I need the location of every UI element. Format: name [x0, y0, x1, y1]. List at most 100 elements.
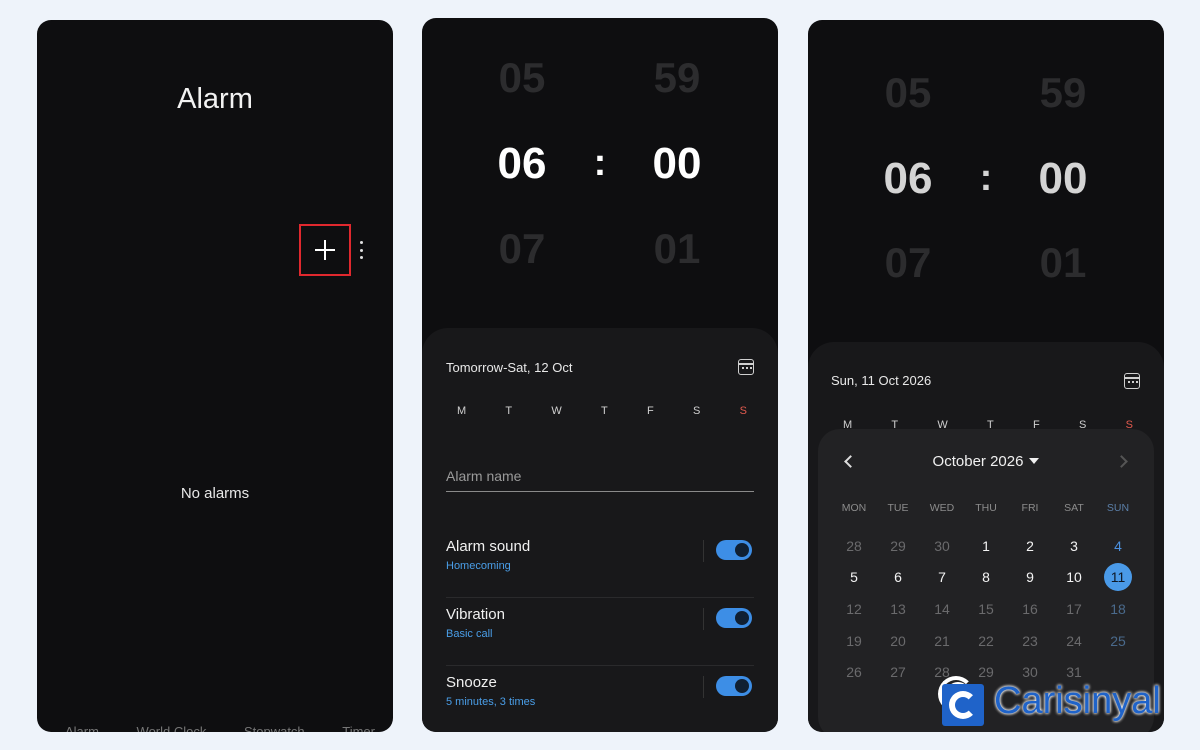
calendar-day[interactable]: 27 [876, 656, 920, 688]
hour-wheel-prev[interactable]: 05 [863, 69, 953, 117]
minute-wheel-prev[interactable]: 59 [1018, 69, 1108, 117]
day-fri[interactable]: F [647, 405, 654, 417]
tab-alarm[interactable]: Alarm [65, 724, 99, 732]
empty-state-text: No alarms [180, 485, 250, 502]
dropdown-caret-icon [1029, 458, 1040, 464]
divider [703, 608, 704, 630]
calendar-day[interactable]: 21 [920, 625, 964, 657]
setting-title: Alarm sound [446, 538, 531, 555]
calendar-day[interactable]: 15 [964, 593, 1008, 625]
calendar-day[interactable]: 2 [1008, 530, 1052, 562]
hour-wheel-next[interactable]: 07 [863, 239, 953, 287]
tab-world-clock[interactable]: World Clock [137, 724, 207, 732]
tab-timer[interactable]: Timer [342, 724, 375, 732]
calendar-day[interactable]: 8 [964, 562, 1008, 594]
watermark-text: Carisinyal [994, 679, 1161, 722]
hour-wheel-next[interactable]: 07 [477, 225, 567, 273]
calendar-day[interactable]: 6 [876, 562, 920, 594]
calendar-day[interactable]: 22 [964, 625, 1008, 657]
day-sun[interactable]: S [740, 405, 747, 417]
weekday-header: FRI [1021, 502, 1039, 514]
calendar-icon[interactable] [738, 359, 754, 375]
setting-subtitle: Homecoming [446, 560, 511, 572]
calendar-day[interactable]: 28 [832, 530, 876, 562]
alarm-list-screen: Alarm No alarms Alarm World Clock Stopwa… [37, 20, 393, 732]
calendar-day[interactable]: 3 [1052, 530, 1096, 562]
day-tue[interactable]: T [505, 405, 512, 417]
tab-stopwatch[interactable]: Stopwatch [244, 724, 305, 732]
selected-day-label: 11 [1104, 563, 1132, 592]
weekday-header: MON [841, 502, 867, 514]
calendar-day[interactable]: 7 [920, 562, 964, 594]
repeat-days: M T W T F S S [432, 405, 772, 417]
minute-wheel-prev[interactable]: 59 [632, 54, 722, 102]
calendar-day[interactable]: 9 [1008, 562, 1052, 594]
weekday-header: TUE [887, 502, 909, 514]
calendar-day[interactable]: 16 [1008, 593, 1052, 625]
hour-wheel-selected[interactable]: 06 [863, 154, 953, 204]
snooze-toggle[interactable] [716, 676, 752, 696]
day-thu[interactable]: T [601, 405, 608, 417]
setting-title: Snooze [446, 674, 497, 691]
alarm-settings-sheet: Tomorrow-Sat, 12 Oct M T W T F S S Alarm… [422, 328, 778, 732]
minute-wheel-selected[interactable]: 00 [632, 139, 722, 189]
calendar-day[interactable]: 19 [832, 625, 876, 657]
setting-snooze[interactable]: Snooze 5 minutes, 3 times [446, 666, 754, 732]
calendar-day[interactable]: 14 [920, 593, 964, 625]
minute-wheel-next[interactable]: 01 [632, 225, 722, 273]
minute-wheel-next[interactable]: 01 [1018, 239, 1108, 287]
bottom-tab-bar: Alarm World Clock Stopwatch Timer [65, 724, 375, 732]
alarm-name-input[interactable]: Alarm name [446, 468, 754, 492]
hour-wheel-selected[interactable]: 06 [477, 139, 567, 189]
vibration-toggle[interactable] [716, 608, 752, 628]
alarm-date: Tomorrow-Sat, 12 Oct [446, 360, 573, 375]
weekday-header: SUN [1106, 502, 1130, 514]
calendar-day[interactable]: 17 [1052, 593, 1096, 625]
setting-vibration[interactable]: Vibration Basic call [446, 598, 754, 666]
time-separator: : [593, 142, 607, 184]
setting-subtitle: 5 minutes, 3 times [446, 696, 536, 708]
setting-subtitle: Basic call [446, 628, 493, 640]
calendar-day[interactable]: 4 [1096, 530, 1140, 562]
calendar-day[interactable]: 24 [1052, 625, 1096, 657]
hour-wheel-prev[interactable]: 05 [477, 54, 567, 102]
date-picker-screen: 05 59 06 : 00 07 01 Sun, 11 Oct 2026 M T… [808, 20, 1164, 732]
carisinyal-logo-icon [938, 676, 988, 726]
calendar-day[interactable]: 29 [876, 530, 920, 562]
weekday-header-row: MON TUE WED THU FRI SAT SUN [832, 502, 1140, 514]
plus-icon [315, 240, 335, 260]
calendar-day[interactable]: 13 [876, 593, 920, 625]
setting-alarm-sound[interactable]: Alarm sound Homecoming [446, 530, 754, 598]
calendar-day[interactable]: 30 [920, 530, 964, 562]
weekday-header: WED [929, 502, 955, 514]
add-alarm-button[interactable] [299, 224, 351, 276]
day-sat[interactable]: S [693, 405, 700, 417]
alarm-sound-toggle[interactable] [716, 540, 752, 560]
more-options-icon[interactable] [355, 239, 367, 261]
calendar-icon[interactable] [1124, 373, 1140, 389]
calendar-day[interactable]: 26 [832, 656, 876, 688]
month-selector[interactable]: October 2026 [818, 453, 1154, 470]
divider [703, 676, 704, 698]
calendar-day[interactable]: 12 [832, 593, 876, 625]
calendar-grid: 28 29 30 1 2 3 4 5 6 7 8 9 10 11 12 13 1… [832, 530, 1140, 688]
page-title: Alarm [177, 83, 253, 115]
weekday-header: THU [975, 502, 997, 514]
alarm-date: Sun, 11 Oct 2026 [831, 373, 932, 388]
calendar-day[interactable]: 20 [876, 625, 920, 657]
watermark: Carisinyal [938, 674, 1161, 728]
day-mon[interactable]: M [457, 405, 466, 417]
calendar-day[interactable]: 18 [1096, 593, 1140, 625]
month-label: October 2026 [932, 453, 1024, 470]
weekday-header: SAT [1064, 502, 1084, 514]
calendar-day-selected[interactable]: 11 [1096, 562, 1140, 594]
day-wed[interactable]: W [551, 405, 561, 417]
calendar-day[interactable]: 10 [1052, 562, 1096, 594]
minute-wheel-selected[interactable]: 00 [1018, 154, 1108, 204]
calendar-day[interactable]: 1 [964, 530, 1008, 562]
calendar-day[interactable]: 23 [1008, 625, 1052, 657]
add-alarm-screen: 05 59 06 : 00 07 01 Tomorrow-Sat, 12 Oct… [422, 18, 778, 732]
time-separator: : [979, 157, 993, 199]
calendar-day[interactable]: 5 [832, 562, 876, 594]
calendar-day[interactable]: 25 [1096, 625, 1140, 657]
